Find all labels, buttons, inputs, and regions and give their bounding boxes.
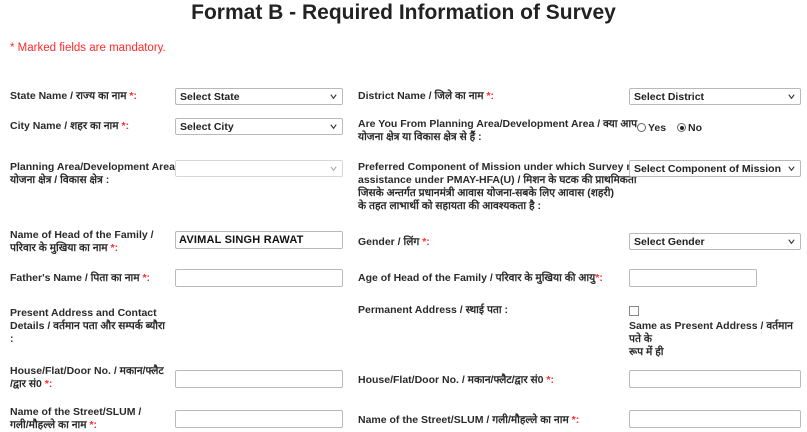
chevron-down-icon	[788, 239, 795, 245]
gender-label: Gender / लिंग *:	[358, 236, 430, 248]
district-label: District Name / जिले का नाम *:	[358, 90, 495, 102]
head-name-input[interactable]: AVIMAL SINGH RAWAT	[175, 231, 343, 249]
house-no-input-left[interactable]	[175, 370, 343, 388]
planning-question-label: Are You From Planning Area/Development A…	[358, 118, 638, 143]
present-address-label: Present Address and Contact Details / वर…	[10, 307, 166, 345]
street-label-left: Name of the Street/SLUM / गली/मौहल्ले का…	[10, 406, 142, 431]
chevron-down-icon	[788, 94, 795, 100]
radio-no[interactable]	[677, 123, 686, 132]
gender-select[interactable]: Select Gender	[629, 233, 801, 250]
age-input[interactable]	[629, 269, 757, 287]
district-select[interactable]: Select District	[629, 88, 801, 105]
chevron-down-icon	[330, 166, 337, 172]
page-title: Format B - Required Information of Surve…	[191, 1, 616, 24]
same-as-present-label: Same as Present Address / वर्तमान पते के…	[629, 320, 793, 358]
head-name-label: Name of Head of the Family / परिवार के म…	[10, 229, 154, 254]
permanent-address-label: Permanent Address / स्थाई पता :	[358, 304, 509, 316]
chevron-down-icon	[330, 94, 337, 100]
mandatory-note: * Marked fields are mandatory.	[10, 42, 166, 54]
planning-area-label: Planning Area/Development Area / योजना क…	[10, 161, 181, 186]
same-as-present-checkbox[interactable]	[629, 306, 639, 316]
state-label: State Name / राज्य का नाम *:	[10, 90, 138, 102]
age-label: Age of Head of the Family / परिवार के मु…	[358, 272, 603, 284]
father-name-input[interactable]	[175, 269, 343, 287]
house-no-input-right[interactable]	[629, 370, 801, 388]
street-label-right: Name of the Street/SLUM / गली/मौहल्ले का…	[358, 414, 580, 426]
component-label: Preferred Component of Mission under whi…	[358, 161, 651, 212]
house-no-label-left: House/Flat/Door No. / मकान/फ्लैट /द्वार …	[10, 365, 164, 390]
city-label: City Name / शहर का नाम *:	[10, 120, 130, 132]
city-select[interactable]: Select City	[175, 118, 343, 135]
chevron-down-icon	[788, 166, 795, 172]
street-input-right[interactable]	[629, 410, 801, 428]
house-no-label-right: House/Flat/Door No. / मकान/फ्लैट/द्वार स…	[358, 374, 554, 386]
radio-yes-label: Yes	[648, 122, 667, 134]
street-input-left[interactable]	[175, 410, 343, 428]
state-select[interactable]: Select State	[175, 88, 343, 105]
component-select[interactable]: Select Component of Mission	[629, 160, 801, 177]
radio-no-label: No	[688, 122, 702, 134]
planning-area-select[interactable]	[175, 160, 343, 177]
chevron-down-icon	[330, 124, 337, 130]
father-name-label: Father's Name / पिता का नाम *:	[10, 272, 151, 284]
radio-yes[interactable]	[637, 123, 646, 132]
